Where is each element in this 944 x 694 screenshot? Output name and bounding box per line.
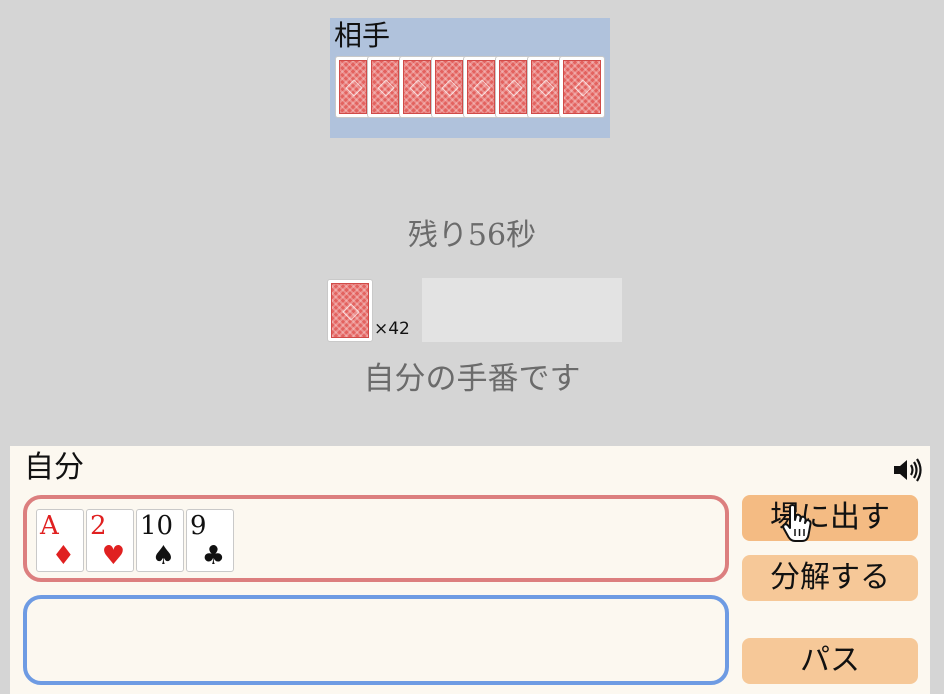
deck-pile[interactable]	[327, 279, 373, 342]
timer-text: 残り56秒	[407, 218, 537, 253]
hand-card[interactable]: 10 ♠	[136, 509, 184, 572]
split-button[interactable]: 分解する	[742, 555, 918, 601]
pass-button[interactable]: パス	[742, 638, 918, 684]
card-rank: 9	[190, 511, 207, 541]
player-panel: 自分 A ♦ 2 ♥ 10 ♠ 9 ♣ 場に出す 分解する パス	[10, 446, 930, 694]
card-rank: 2	[90, 511, 107, 541]
speaker-icon[interactable]	[892, 457, 922, 483]
card-rank: 10	[140, 511, 174, 541]
turn-status: 自分の手番です	[363, 361, 581, 397]
opponent-area: 相手	[330, 18, 610, 138]
player-label: 自分	[24, 450, 84, 485]
hand-card[interactable]: A ♦	[36, 509, 84, 572]
card-suit: ♠	[151, 541, 175, 571]
opponent-card	[335, 56, 371, 118]
hand-card[interactable]: 9 ♣	[186, 509, 234, 572]
hand-card[interactable]: 2 ♥	[86, 509, 134, 572]
opponent-card	[495, 56, 531, 118]
opponent-card	[431, 56, 467, 118]
opponent-card	[463, 56, 499, 118]
hand-pointer-icon	[782, 504, 812, 542]
card-suit: ♥	[101, 541, 125, 571]
opponent-card	[399, 56, 435, 118]
table-area[interactable]	[422, 278, 622, 342]
opponent-card	[559, 56, 605, 118]
opponent-card	[367, 56, 403, 118]
card-suit: ♣	[201, 541, 225, 571]
play-button[interactable]: 場に出す	[742, 495, 918, 541]
card-suit: ♦	[51, 541, 75, 571]
opponent-card	[527, 56, 563, 118]
selected-cards-area[interactable]	[23, 595, 729, 685]
opponent-label: 相手	[334, 19, 391, 52]
deck-count: ×42	[374, 319, 410, 339]
card-rank: A	[40, 511, 59, 541]
